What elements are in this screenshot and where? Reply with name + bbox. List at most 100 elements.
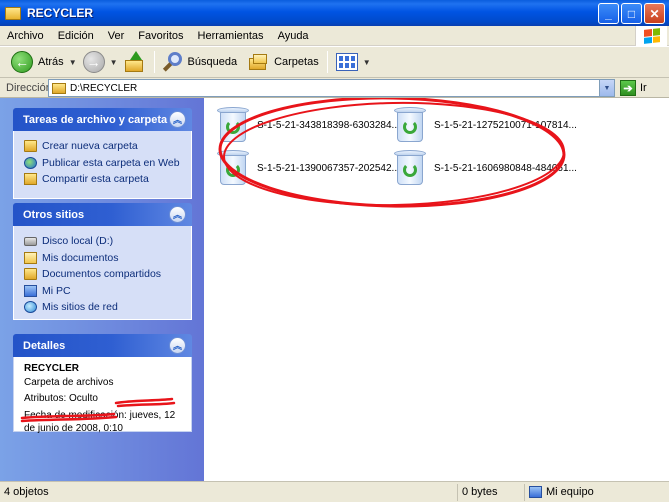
collapse-chevron-icon[interactable]: ︽ [169,337,186,354]
task-pane: Tareas de archivo y carpeta ︽ Crear nuev… [0,98,204,481]
recycle-bin-icon [215,149,251,187]
window-controls: _ □ ✕ [598,3,665,24]
collapse-chevron-icon[interactable]: ︽ [169,111,186,128]
views-dropdown-icon[interactable]: ▼ [363,58,371,67]
panel-title: Detalles [23,339,66,352]
status-bar: 4 objetos 0 bytes Mi equipo [0,481,669,502]
task-create-folder[interactable]: Crear nueva carpeta [24,138,191,155]
collapse-chevron-icon[interactable]: ︽ [169,206,186,223]
close-button[interactable]: ✕ [644,3,665,24]
list-item[interactable]: S-1-5-21-1390067357-202542... [215,149,400,187]
shared-folder-icon [24,268,37,281]
address-label: Dirección [6,81,52,94]
views-button[interactable]: ▼ [333,49,374,75]
window-title: RECYCLER [27,6,94,20]
panel-header[interactable]: Tareas de archivo y carpeta ︽ [13,108,192,131]
address-value: D:\RECYCLER [70,82,138,94]
toolbar-separator [326,51,328,73]
panel-header[interactable]: Detalles ︽ [13,334,192,357]
folders-icon [249,53,269,71]
back-dropdown-icon[interactable]: ▼ [69,58,77,67]
menu-ver[interactable]: Ver [101,30,132,42]
search-button[interactable]: Búsqueda [160,49,241,75]
status-location: Mi equipo [546,486,594,498]
details-modified: Fecha de modificación: jueves, 12 de jun… [24,409,176,435]
place-label: Mis documentos [42,251,119,264]
toolbar: ← Atrás ▼ → ▼ Búsqueda Carpetas ▼ [0,47,669,78]
file-label: S-1-5-21-1275210071-107814... [434,119,577,131]
list-item[interactable]: S-1-5-21-1606980848-484061... [392,149,577,187]
place-my-computer[interactable]: Mi PC [24,283,191,300]
address-bar: Dirección D:\RECYCLER ▼ ➔ Ir [0,78,669,98]
file-label: S-1-5-21-343818398-6303284... [257,119,400,131]
task-share-folder[interactable]: Compartir esta carpeta [24,171,191,188]
up-button[interactable] [121,49,149,75]
other-places-panel: Otros sitios ︽ Disco local (D:) Mis docu… [13,203,192,320]
details-body: RECYCLER Carpeta de archivos Atributos: … [13,357,192,434]
folders-button[interactable]: Carpetas [246,49,322,75]
place-shared-documents[interactable]: Documentos compartidos [24,266,191,283]
toolbar-separator [153,51,155,73]
file-folder-tasks-panel: Tareas de archivo y carpeta ︽ Crear nuev… [13,108,192,199]
details-name: RECYCLER [24,363,80,374]
list-item[interactable]: S-1-5-21-1275210071-107814... [392,106,577,144]
windows-flag-icon [643,28,660,44]
forward-button[interactable]: → ▼ [80,49,121,75]
back-label: Atrás [38,56,64,68]
menu-ayuda[interactable]: Ayuda [271,30,316,42]
place-label: Disco local (D:) [42,235,114,248]
panel-header[interactable]: Otros sitios ︽ [13,203,192,226]
panel-title: Otros sitios [23,208,85,221]
recycle-bin-icon [392,106,428,144]
windows-logo [635,26,667,46]
network-icon [24,301,37,314]
status-location-cell: Mi equipo [525,484,667,501]
file-list: S-1-5-21-343818398-6303284... S-1-5-21-1… [204,98,669,481]
back-arrow-icon: ← [11,51,33,73]
panel-body: Disco local (D:) Mis documentos Document… [13,226,192,320]
place-local-disk[interactable]: Disco local (D:) [24,233,191,250]
computer-icon [529,486,542,498]
folders-label: Carpetas [274,56,319,68]
menu-herramientas[interactable]: Herramientas [191,30,271,42]
search-label: Búsqueda [187,56,238,68]
details-panel: Detalles ︽ RECYCLER Carpeta de archivos … [13,334,192,434]
forward-dropdown-icon[interactable]: ▼ [110,58,118,67]
file-label: S-1-5-21-1606980848-484061... [434,162,577,174]
details-attributes: Atributos: Oculto [24,393,98,404]
go-arrow-icon: ➔ [620,80,636,96]
title-bar: RECYCLER _ □ ✕ [0,0,669,26]
drive-icon [24,236,37,246]
place-label: Mis sitios de red [42,301,118,314]
menu-bar: Archivo Edición Ver Favoritos Herramient… [0,26,669,46]
views-icon [335,53,358,71]
file-label: S-1-5-21-1390067357-202542... [257,162,400,174]
documents-folder-icon [24,251,37,264]
place-network[interactable]: Mis sitios de red [24,299,191,316]
address-dropdown-icon[interactable]: ▼ [599,80,614,96]
place-my-documents[interactable]: Mis documentos [24,250,191,267]
panel-body: Crear nueva carpeta Publicar esta carpet… [13,131,192,199]
maximize-button[interactable]: □ [621,3,642,24]
forward-arrow-icon: → [82,51,105,73]
go-label: Ir [640,82,647,94]
computer-icon [24,284,37,297]
menu-favoritos[interactable]: Favoritos [131,30,190,42]
place-label: Mi PC [42,284,71,297]
search-icon [162,52,183,72]
minimize-button[interactable]: _ [598,3,619,24]
task-label: Compartir esta carpeta [42,173,149,186]
back-button[interactable]: ← Atrás ▼ [8,49,80,75]
list-item[interactable]: S-1-5-21-343818398-6303284... [215,106,400,144]
menu-edicion[interactable]: Edición [51,30,101,42]
recycle-bin-icon [392,149,428,187]
details-type: Carpeta de archivos [24,376,114,388]
address-input[interactable]: D:\RECYCLER ▼ [48,79,615,97]
go-button[interactable]: ➔ Ir [620,80,647,96]
task-publish-web[interactable]: Publicar esta carpeta en Web [24,155,191,172]
folder-icon [5,6,21,20]
place-label: Documentos compartidos [42,268,162,281]
menu-archivo[interactable]: Archivo [0,30,51,42]
folder-up-icon [124,51,146,73]
recycle-bin-icon [215,106,251,144]
